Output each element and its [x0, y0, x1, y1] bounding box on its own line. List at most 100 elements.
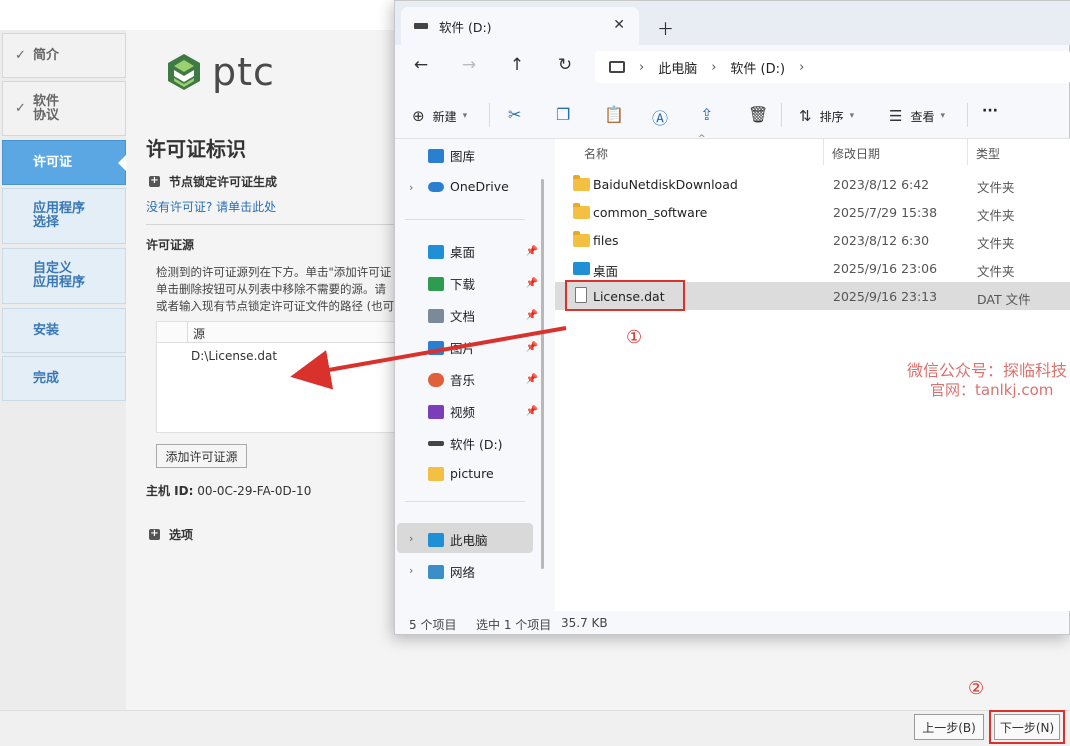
- delete-icon[interactable]: 🗑: [748, 105, 768, 124]
- selected-count: 选中 1 个项目: [476, 618, 552, 632]
- host-id-label: 主机 ID:: [146, 484, 194, 498]
- rename-icon[interactable]: Ⓐ: [652, 105, 668, 129]
- close-icon[interactable]: ✕: [613, 17, 625, 33]
- tab-drive-d[interactable]: 软件 (D:) ✕: [401, 7, 639, 45]
- pin-icon[interactable]: 📌: [526, 342, 538, 353]
- pin-icon[interactable]: 📌: [526, 278, 538, 289]
- back-button[interactable]: 上一步(B): [914, 714, 984, 740]
- selected-size: 35.7 KB: [561, 616, 608, 630]
- more-options-button[interactable]: ···: [982, 103, 998, 119]
- column-header-type[interactable]: 类型: [976, 145, 1000, 162]
- new-tab-button[interactable]: ＋: [657, 15, 674, 40]
- up-arrow-icon[interactable]: ↑: [506, 55, 528, 75]
- watermark-line1: 微信公众号：探临科技: [907, 361, 1068, 380]
- drive-icon: [428, 441, 444, 446]
- file-type: 文件夹: [977, 180, 1015, 195]
- source-heading: 许可证源: [146, 238, 195, 252]
- file-date: 2025/9/16 23:13: [833, 289, 938, 304]
- breadcrumb-drive-d[interactable]: 软件 (D:): [730, 58, 785, 77]
- column-header-date[interactable]: 修改日期: [832, 145, 880, 162]
- step-intro[interactable]: ✓ 简介: [2, 33, 126, 78]
- nav-this-pc[interactable]: 此电脑: [428, 530, 538, 549]
- step-agreement[interactable]: ✓ 软件 协议: [2, 81, 126, 136]
- folder-icon: [573, 175, 590, 191]
- file-row[interactable]: 桌面 2025/9/16 23:06 文件夹: [555, 254, 1070, 282]
- plus-icon: +: [149, 528, 160, 540]
- highlight-box-next: [989, 710, 1065, 744]
- nav-pictures[interactable]: 图片 📌: [428, 338, 538, 357]
- nav-drive-d[interactable]: 软件 (D:): [428, 434, 538, 453]
- chevron-right-icon[interactable]: ›: [409, 532, 413, 545]
- column-header-source: 源: [193, 327, 206, 341]
- paste-icon[interactable]: 📋: [604, 105, 624, 124]
- nav-picture-folder[interactable]: picture: [428, 466, 538, 481]
- step-label: 完成: [33, 370, 60, 386]
- download-icon: [428, 276, 444, 291]
- file-name: BaiduNetdiskDownload: [593, 177, 738, 192]
- table-row[interactable]: D:\License.dat: [191, 349, 277, 363]
- no-license-link[interactable]: 没有许可证? 请单击此处: [146, 198, 276, 215]
- license-source-table[interactable]: 源 D:\License.dat: [156, 321, 396, 433]
- copy-icon[interactable]: ❐: [556, 105, 570, 124]
- file-row[interactable]: BaiduNetdiskDownload 2023/8/12 6:42 文件夹: [555, 170, 1070, 198]
- highlight-box-license-file: [565, 280, 685, 311]
- file-row[interactable]: files 2023/8/12 6:30 文件夹: [555, 226, 1070, 254]
- video-icon: [428, 404, 444, 419]
- file-date: 2023/8/12 6:30: [833, 233, 930, 248]
- nav-label: 视频: [450, 405, 476, 420]
- sort-button[interactable]: ⇅ 排序 ▾: [799, 107, 854, 125]
- nav-label: 网络: [450, 565, 476, 580]
- nav-downloads[interactable]: 下载 📌: [428, 274, 538, 293]
- nav-onedrive[interactable]: OneDrive: [428, 179, 538, 194]
- refresh-icon[interactable]: ↻: [554, 55, 576, 75]
- nav-videos[interactable]: 视频 📌: [428, 402, 538, 421]
- add-license-source-button[interactable]: 添加许可证源: [156, 444, 247, 468]
- step-license[interactable]: 许可证: [2, 140, 126, 185]
- pin-icon[interactable]: 📌: [526, 310, 538, 321]
- forward-arrow-icon[interactable]: →: [458, 55, 480, 75]
- logo-text: ptc: [212, 50, 275, 94]
- view-button[interactable]: ☰ 查看 ▾: [889, 107, 945, 125]
- step-label: 许可证: [33, 154, 73, 170]
- node-locked-expander[interactable]: + 节点锁定许可证生成: [149, 173, 277, 190]
- nav-desktop[interactable]: 桌面 📌: [428, 242, 538, 261]
- file-explorer-window[interactable]: 软件 (D:) ✕ ＋ ← → ↑ ↻ › 此电脑 › 软件 (D:) › ⊕ …: [394, 0, 1070, 635]
- scrollbar[interactable]: [541, 179, 544, 569]
- nav-documents[interactable]: 文档 📌: [428, 306, 538, 325]
- host-id: 主机 ID: 00-0C-29-FA-0D-10: [146, 482, 311, 499]
- chevron-right-icon[interactable]: ›: [409, 564, 413, 577]
- file-row[interactable]: common_software 2025/7/29 15:38 文件夹: [555, 198, 1070, 226]
- step-custom-app[interactable]: 自定义 应用程序: [2, 248, 126, 304]
- picture-icon: [428, 340, 444, 355]
- options-expander[interactable]: + 选项: [149, 526, 193, 543]
- nav-gallery[interactable]: 图库: [428, 146, 538, 165]
- chevron-right-icon[interactable]: ›: [409, 181, 413, 194]
- computer-icon: [428, 532, 444, 547]
- new-button[interactable]: ⊕ 新建 ▾: [412, 107, 467, 125]
- column-header-name[interactable]: 名称: [584, 145, 608, 162]
- table-header: 源: [157, 322, 395, 343]
- step-finish[interactable]: 完成: [2, 356, 126, 401]
- cut-icon[interactable]: ✂: [508, 105, 521, 124]
- nav-music[interactable]: 音乐 📌: [428, 370, 538, 389]
- address-bar[interactable]: › 此电脑 › 软件 (D:) ›: [595, 51, 1070, 83]
- pin-icon[interactable]: 📌: [526, 246, 538, 257]
- step-app-selection[interactable]: 应用程序 选择: [2, 188, 126, 244]
- status-bar: 5 个项目 选中 1 个项目 35.7 KB: [395, 611, 1070, 635]
- nav-network[interactable]: 网络: [428, 562, 538, 581]
- breadcrumb-this-pc[interactable]: 此电脑: [658, 58, 697, 77]
- file-name: files: [593, 233, 619, 248]
- command-bar: ⊕ 新建 ▾ ✂ ❐ 📋 Ⓐ ⇪ 🗑 ⇅ 排序 ▾ ☰ 查看 ▾ ···: [395, 89, 1070, 139]
- share-icon[interactable]: ⇪: [700, 105, 713, 124]
- pin-icon[interactable]: 📌: [526, 374, 538, 385]
- chevron-down-icon: ▾: [940, 111, 945, 121]
- expander-label: 选项: [169, 528, 194, 542]
- back-arrow-icon[interactable]: ←: [410, 55, 432, 75]
- page-title: 许可证标识: [146, 137, 246, 161]
- file-type: DAT 文件: [977, 292, 1031, 307]
- document-icon: [428, 308, 444, 323]
- pin-icon[interactable]: 📌: [526, 406, 538, 417]
- folder-icon: [573, 203, 590, 219]
- file-type: 文件夹: [977, 264, 1015, 279]
- step-install[interactable]: 安装: [2, 308, 126, 353]
